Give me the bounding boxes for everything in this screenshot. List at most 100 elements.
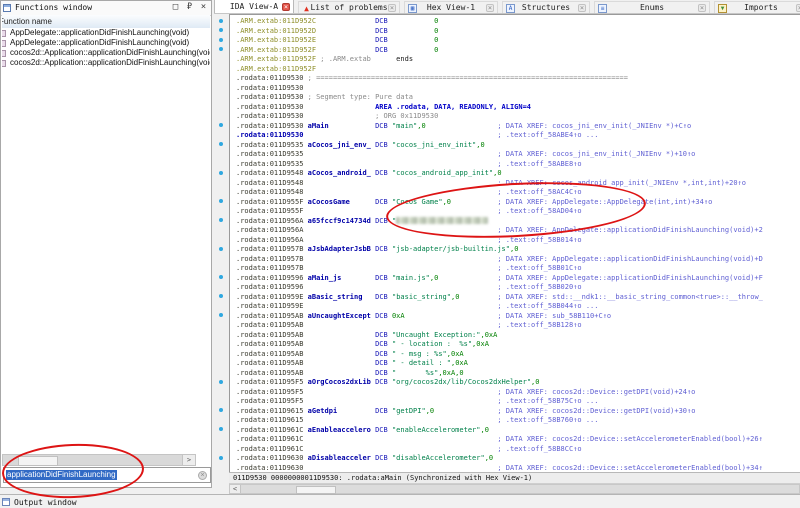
function-icon [2, 60, 6, 67]
functions-window-title: Functions window [15, 3, 92, 12]
listing-line[interactable]: .rodata:011D9530 ; Segment type: Pure da… [236, 93, 800, 103]
listing-line[interactable]: .rodata:011D961C aEnableaccelero DCB "en… [236, 426, 800, 436]
tab-close-icon[interactable]: × [486, 4, 494, 12]
hex-view-icon: ▦ [408, 4, 417, 13]
bookmark-dot-icon [219, 142, 223, 146]
enums-icon: ≡ [598, 4, 607, 13]
tab-list-of-problems[interactable]: ▲List of problems× [298, 1, 400, 13]
redacted-string [396, 217, 488, 224]
scrollbar-thumb[interactable] [296, 486, 336, 494]
functions-window-icon [3, 4, 11, 12]
listing-line[interactable]: .rodata:011D9530 ; =====================… [236, 74, 800, 84]
function-list-item[interactable]: AppDelegate::applicationDidFinishLaunchi… [2, 28, 210, 38]
listing-line[interactable]: .rodata:011D957B aJsbAdapterJsbB DCB "js… [236, 245, 800, 255]
tab-close-icon[interactable]: × [282, 3, 290, 11]
listing-line[interactable]: .rodata:011D9548 ; DATA XREF: cocos_andr… [236, 179, 800, 189]
listing-horizontal-scrollbar[interactable]: < [229, 484, 800, 494]
listing-line[interactable]: .rodata:011D9548 ; .text:off_58AC4C↑o [236, 188, 800, 198]
scrollbar-thumb[interactable] [18, 456, 58, 466]
tab-close-icon[interactable]: × [578, 4, 586, 12]
listing-line[interactable]: .ARM.extab:011D952E DCB 0 [236, 36, 800, 46]
listing-line[interactable]: .rodata:011D95AB DCB "Uncaught Exception… [236, 331, 800, 341]
listing-line[interactable]: .rodata:011D959E ; .text:off_58B044↑o ..… [236, 302, 800, 312]
listing-line[interactable]: .rodata:011D961C ; DATA XREF: cocos2d::D… [236, 435, 800, 445]
output-window-bar[interactable]: Output window [0, 494, 800, 508]
listing-line[interactable]: .rodata:011D957B ; .text:off_58B01C↑o [236, 264, 800, 274]
listing-line[interactable]: .rodata:011D95AB DCB " %s",0xA,0 [236, 369, 800, 379]
tab-structures[interactable]: AStructures× [502, 1, 590, 13]
listing-line[interactable]: .rodata:011D9630 aDisableacceler DCB "di… [236, 454, 800, 464]
listing-line[interactable]: .rodata:011D9596 ; .text:off_58B020↑o [236, 283, 800, 293]
listing-line[interactable]: .rodata:011D9530 ; .text:off_58ABE4↑o ..… [236, 131, 800, 141]
listing-line[interactable]: .rodata:011D95F5 ; DATA XREF: cocos2d::D… [236, 388, 800, 398]
functions-horizontal-scrollbar[interactable]: > [2, 454, 196, 466]
sort-ascending-icon: ^ [100, 15, 104, 20]
bookmark-dot-icon [219, 47, 223, 51]
bookmark-dot-icon [219, 275, 223, 279]
float-button[interactable]: ₽ [185, 2, 194, 12]
close-button[interactable]: × [199, 2, 208, 12]
listing-line[interactable]: .rodata:011D9530 [236, 84, 800, 94]
listing-line[interactable]: .rodata:011D9615 aGetdpi DCB "getDPI",0 … [236, 407, 800, 417]
listing-line[interactable]: .rodata:011D956A a65fccf9c14734d DCB " [236, 217, 800, 227]
filter-selected-text: applicationDidFinishLaunching [6, 470, 117, 480]
listing-line[interactable]: .rodata:011D95AB DCB " - msg : %s",0xA [236, 350, 800, 360]
problems-icon: ▲ [302, 4, 311, 13]
listing-line[interactable]: .rodata:011D9535 aCocos_jni_env_ DCB "co… [236, 141, 800, 151]
tab-close-icon[interactable]: × [388, 4, 396, 12]
listing-line[interactable]: .rodata:011D9530 aMain DCB "main",0 ; DA… [236, 122, 800, 132]
tab-hex-view-1[interactable]: ▦Hex View-1× [404, 1, 498, 13]
listing-line[interactable]: .rodata:011D9535 ; .text:off_58ABE8↑o [236, 160, 800, 170]
tab-enums[interactable]: ≡Enums× [594, 1, 710, 13]
bookmark-dot-icon [219, 294, 223, 298]
disassembly-listing[interactable]: .ARM.extab:011D952C DCB 0.ARM.extab:011D… [229, 14, 800, 472]
bookmark-dot-icon [219, 28, 223, 32]
listing-line[interactable]: .ARM.extab:011D952F ; .ARM.extab ends [236, 55, 800, 65]
listing-line[interactable]: .rodata:011D9630 ; DATA XREF: cocos2d::D… [236, 464, 800, 473]
restore-button[interactable]: □ [171, 2, 180, 12]
scroll-right-arrow-icon[interactable]: > [182, 455, 195, 465]
listing-line[interactable]: .ARM.extab:011D952F [236, 65, 800, 75]
tab-close-icon[interactable]: × [698, 4, 706, 12]
function-list-item[interactable]: cocos2d::Application::applicationDidFini… [2, 58, 210, 68]
tab-label: IDA View-A [230, 2, 278, 11]
listing-line[interactable]: .rodata:011D9615 ; .text:off_58B760↑o ..… [236, 416, 800, 426]
listing-line[interactable]: .ARM.extab:011D952F DCB 0 [236, 46, 800, 56]
function-name: cocos2d::Application::applicationDidFini… [10, 58, 210, 67]
listing-line[interactable]: .rodata:011D957B ; DATA XREF: AppDelegat… [236, 255, 800, 265]
listing-line[interactable]: .ARM.extab:011D952D DCB 0 [236, 27, 800, 37]
function-name-column-header[interactable]: ^ Function name [2, 15, 210, 29]
bookmark-dot-icon [219, 408, 223, 412]
listing-line[interactable]: .rodata:011D956A ; .text:off_58B014↑o [236, 236, 800, 246]
listing-line[interactable]: .rodata:011D959E aBasic_string DCB "basi… [236, 293, 800, 303]
listing-line[interactable]: .rodata:011D95AB DCB " - location : %s",… [236, 340, 800, 350]
listing-line[interactable]: .rodata:011D95AB aUncaughtExcept DCB 0xA… [236, 312, 800, 322]
bookmark-dot-icon [219, 19, 223, 23]
listing-line[interactable]: .rodata:011D9535 ; DATA XREF: cocos_jni_… [236, 150, 800, 160]
functions-window-titlebar[interactable]: Functions window □ ₽ × [1, 1, 211, 16]
listing-line[interactable]: .ARM.extab:011D952C DCB 0 [236, 17, 800, 27]
listing-line[interactable]: .rodata:011D95F5 aOrgCocos2dxLib DCB "or… [236, 378, 800, 388]
listing-line[interactable]: .rodata:011D95AB ; .text:off_58B128↑o [236, 321, 800, 331]
listing-line[interactable]: .rodata:011D955F ; .text:off_58AD04↑o [236, 207, 800, 217]
bookmark-dot-icon [219, 380, 223, 384]
listing-line[interactable]: .rodata:011D95AB DCB " - detail : ",0xA [236, 359, 800, 369]
tab-close-icon[interactable]: × [796, 4, 800, 12]
listing-line[interactable]: .rodata:011D9530 ; ORG 0x11D9530 [236, 112, 800, 122]
tab-imports[interactable]: ▼Imports× [714, 1, 800, 13]
bookmark-dot-icon [219, 218, 223, 222]
tab-ida-view-a[interactable]: IDA View-A × [214, 0, 294, 13]
listing-line[interactable]: .rodata:011D9548 aCocos_android_ DCB "co… [236, 169, 800, 179]
function-filter-input[interactable]: applicationDidFinishLaunching × [3, 467, 211, 483]
function-list-item[interactable]: AppDelegate::applicationDidFinishLaunchi… [2, 38, 210, 48]
listing-line[interactable]: .rodata:011D956A ; DATA XREF: AppDelegat… [236, 226, 800, 236]
listing-line[interactable]: .rodata:011D955F aCocosGame DCB "Cocos G… [236, 198, 800, 208]
bookmark-dot-icon [219, 456, 223, 460]
scroll-left-arrow-icon[interactable]: < [230, 485, 241, 493]
listing-line[interactable]: .rodata:011D961C ; .text:off_58B8CC↑o [236, 445, 800, 455]
function-list-item[interactable]: cocos2d::Application::applicationDidFini… [2, 48, 210, 58]
listing-line[interactable]: .rodata:011D9530 AREA .rodata, DATA, REA… [236, 103, 800, 113]
clear-filter-icon[interactable]: × [198, 471, 207, 480]
listing-line[interactable]: .rodata:011D9596 aMain_js DCB "main.js",… [236, 274, 800, 284]
listing-line[interactable]: .rodata:011D95F5 ; .text:off_58B75C↑o ..… [236, 397, 800, 407]
